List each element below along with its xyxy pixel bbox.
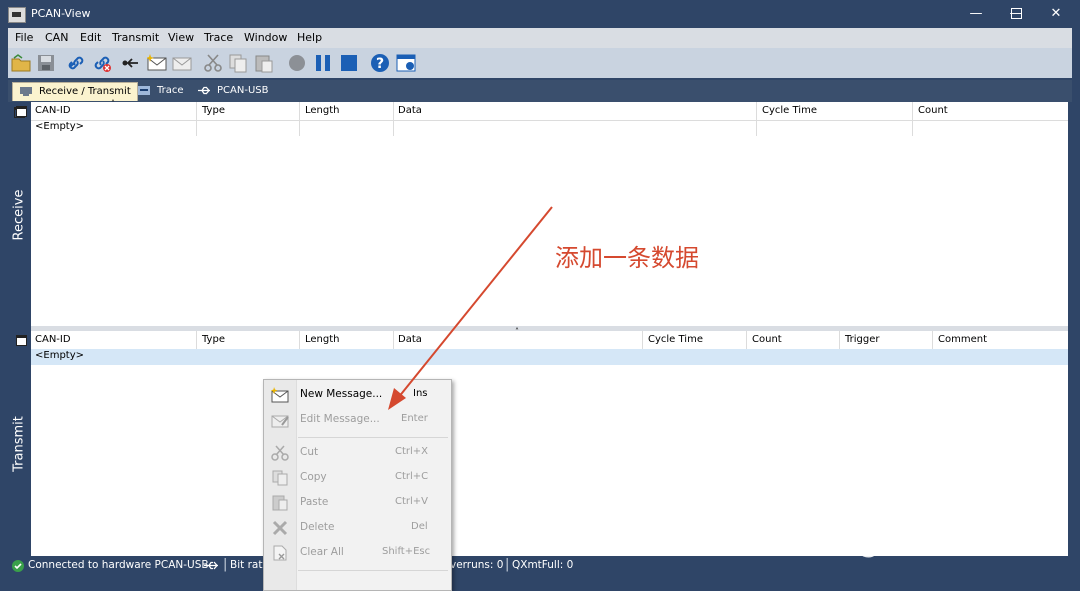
reset-icon[interactable] — [120, 53, 140, 73]
copy-icon[interactable] — [228, 53, 248, 73]
about-icon[interactable] — [396, 53, 416, 73]
transmit-label: Transmit — [11, 415, 27, 472]
receive-grid-header: CAN-ID Type Length Data Cycle Time Count… — [14, 99, 1068, 136]
col-can-id[interactable]: CAN-ID — [35, 105, 71, 116]
trace-icon — [138, 86, 150, 95]
menu-item-paste[interactable]: Paste Ctrl+V — [264, 493, 451, 513]
save-icon[interactable] — [36, 53, 56, 73]
usb-icon — [204, 561, 218, 570]
divider: | — [223, 557, 228, 572]
receive-grid[interactable]: CAN-ID Type Length Data Cycle Time Count… — [14, 99, 1068, 326]
connect-icon[interactable] — [66, 53, 86, 73]
menu-window[interactable]: Window — [244, 31, 287, 44]
new-message-icon — [271, 387, 289, 403]
usb-icon — [198, 86, 210, 95]
col-data[interactable]: Data — [398, 334, 422, 345]
col-count[interactable]: Count — [918, 105, 948, 116]
tab-label: PCAN-USB — [217, 85, 269, 96]
menu-item-cut[interactable]: Cut Ctrl+X — [264, 443, 451, 463]
menu-trace[interactable]: Trace — [204, 31, 233, 44]
paste-icon — [272, 495, 288, 511]
col-type[interactable]: Type — [202, 334, 225, 345]
menu-edit[interactable]: Edit — [80, 31, 101, 44]
col-count[interactable]: Count — [752, 334, 782, 345]
annotation-text: 添加一条数据 — [555, 244, 699, 272]
transmit-empty-text: <Empty> — [35, 350, 85, 361]
tab-pcan-usb[interactable]: PCAN-USB — [191, 82, 274, 100]
connection-status: Connected to hardware PCAN-USB — [28, 559, 209, 571]
receive-side-label: Receive — [8, 102, 30, 328]
divider: | — [505, 557, 510, 572]
receive-transmit-icon — [20, 87, 32, 96]
table-row[interactable] — [31, 349, 1068, 365]
new-message-icon[interactable] — [147, 53, 167, 73]
menu-bar: File CAN Edit Transmit View Trace Window… — [8, 28, 1072, 48]
window-border — [1072, 28, 1080, 583]
tab-trace[interactable]: Trace — [131, 82, 190, 100]
qxmtfull-status: QXmtFull: 0 — [512, 559, 574, 571]
delete-icon — [272, 520, 288, 536]
stop-icon[interactable] — [339, 53, 359, 73]
menu-can[interactable]: CAN — [45, 31, 68, 44]
title-bar: PCAN-View — ✕ — — [0, 0, 1080, 28]
svg-text:?: ? — [376, 56, 384, 72]
paste-icon[interactable] — [254, 53, 274, 73]
receive-label: Receive — [11, 189, 27, 241]
col-cycle-time[interactable]: Cycle Time — [762, 105, 817, 116]
menu-item-delete[interactable]: Delete Del — [264, 518, 451, 538]
col-comment[interactable]: Comment — [938, 334, 987, 345]
menu-item-clear-all[interactable]: Clear All Shift+Esc — [264, 543, 451, 563]
menu-view[interactable]: View — [168, 31, 194, 44]
col-can-id[interactable]: CAN-ID — [35, 334, 71, 345]
edit-message-icon[interactable] — [172, 53, 192, 73]
transmit-column-chooser[interactable] — [16, 335, 27, 346]
col-length[interactable]: Length — [305, 334, 340, 345]
toolbar: ? — [8, 48, 1072, 78]
maximize-button[interactable] — [996, 0, 1036, 28]
clear-all-icon — [273, 545, 287, 561]
transmit-side-label: Transmit — [8, 331, 30, 556]
menu-help[interactable]: Help — [297, 31, 322, 44]
window-title: PCAN-View — [31, 7, 91, 20]
receive-empty-text: <Empty> — [35, 121, 85, 132]
close-button[interactable]: ✕ — [1036, 0, 1076, 28]
col-trigger[interactable]: Trigger — [845, 334, 880, 345]
cut-icon[interactable] — [203, 53, 223, 73]
tab-receive-transmit[interactable]: Receive / Transmit — [12, 82, 138, 101]
overruns-status: verruns: 0 — [450, 559, 504, 571]
watermark: 知乎 @安信可科技 — [792, 529, 1017, 560]
menu-file[interactable]: File — [15, 31, 33, 44]
edit-message-icon — [271, 415, 289, 428]
disconnect-icon[interactable] — [92, 53, 112, 73]
menu-item-edit-message[interactable]: Edit Message... Enter — [264, 410, 451, 430]
record-icon[interactable] — [287, 53, 307, 73]
context-menu: New Message... Ins Edit Message... Enter… — [263, 379, 452, 591]
sort-arrow-icon: ˄ — [515, 327, 519, 336]
minimize-button-2[interactable]: — — [956, 0, 996, 28]
sort-arrow-icon: ˄ — [111, 99, 115, 108]
col-type[interactable]: Type — [202, 105, 225, 116]
transmit-grid-header: CAN-ID Type Length Data Cycle Time Count… — [31, 327, 1068, 365]
receive-column-chooser[interactable] — [16, 106, 27, 117]
app-icon — [8, 7, 26, 23]
copy-icon — [272, 470, 288, 486]
cut-icon — [271, 445, 289, 461]
col-length[interactable]: Length — [305, 105, 340, 116]
menu-item-copy[interactable]: Copy Ctrl+C — [264, 468, 451, 488]
pause-icon[interactable] — [313, 53, 333, 73]
menu-item-new-message[interactable]: New Message... Ins — [264, 385, 451, 405]
menu-transmit[interactable]: Transmit — [112, 31, 159, 44]
col-data[interactable]: Data — [398, 105, 422, 116]
connected-check-icon — [12, 560, 24, 572]
tab-label: Receive / Transmit — [39, 86, 131, 97]
tab-strip: Receive / Transmit Trace PCAN-USB — [8, 80, 1072, 102]
tab-label: Trace — [157, 85, 184, 96]
help-icon[interactable]: ? — [370, 53, 390, 73]
open-folder-icon[interactable] — [11, 53, 31, 73]
col-cycle-time[interactable]: Cycle Time — [648, 334, 703, 345]
